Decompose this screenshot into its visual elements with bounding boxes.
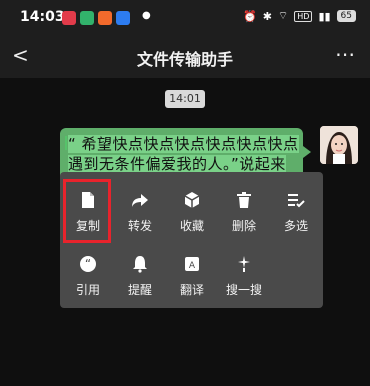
checklist-icon: [288, 194, 305, 208]
translate-icon: A: [185, 257, 199, 271]
status-icons: ⏰ ✱ ⌔ HD ▮▮ 65: [243, 9, 356, 23]
message-timestamp: 14:01: [165, 90, 205, 108]
forward-label: 转发: [127, 219, 152, 233]
app-notification-icon: [62, 11, 76, 25]
forward-button[interactable]: 转发: [114, 180, 166, 236]
status-bar: 14:03 ● ⏰ ✱ ⌔ HD ▮▮ 65: [0, 0, 370, 34]
remind-button[interactable]: 提醒: [114, 244, 166, 300]
app-notification-icon: [116, 11, 130, 25]
multiselect-button[interactable]: 多选: [270, 180, 322, 236]
dot-icon: ●: [142, 10, 151, 21]
bell-icon: [133, 256, 147, 273]
alarm-icon: ⏰: [242, 9, 257, 23]
favorite-button[interactable]: 收藏: [166, 180, 218, 236]
more-icon[interactable]: ⋯: [335, 42, 356, 66]
signal-icon: ▮▮: [318, 9, 331, 23]
svg-text:“: “: [85, 257, 91, 271]
chat-header: < 文件传输助手 ⋯: [0, 34, 370, 78]
search-sparkle-icon: [238, 256, 250, 272]
translate-button[interactable]: A 翻译: [166, 244, 218, 300]
wifi-icon: ⌔: [277, 9, 289, 22]
avatar[interactable]: [320, 126, 358, 164]
remind-label: 提醒: [127, 283, 152, 297]
search-button[interactable]: 搜一搜: [218, 244, 270, 300]
quote-label: 引用: [75, 283, 100, 297]
multiselect-label: 多选: [283, 219, 308, 233]
cube-icon: [184, 192, 200, 208]
battery-indicator: 65: [336, 10, 356, 22]
app-notification-icon: [98, 11, 112, 25]
forward-icon: [132, 194, 148, 207]
status-time: 14:03: [20, 9, 65, 25]
chat-title: 文件传输助手: [136, 50, 233, 69]
delete-label: 删除: [231, 219, 256, 233]
translate-label: 翻译: [179, 283, 204, 297]
copy-highlight-box: [63, 179, 111, 243]
favorite-label: 收藏: [179, 219, 204, 233]
svg-text:A: A: [189, 261, 196, 271]
quote-button[interactable]: “ 引用: [62, 244, 114, 300]
search-label: 搜一搜: [225, 283, 262, 297]
selection-handle-start[interactable]: [60, 136, 72, 150]
bubble-tail: [303, 146, 311, 158]
quote-icon: “: [80, 256, 96, 272]
trash-icon: [237, 192, 251, 208]
app-notification-icon: [80, 11, 94, 25]
delete-button[interactable]: 删除: [218, 180, 270, 236]
hd-badge: HD: [294, 10, 313, 22]
bluetooth-icon: ✱: [262, 9, 272, 23]
